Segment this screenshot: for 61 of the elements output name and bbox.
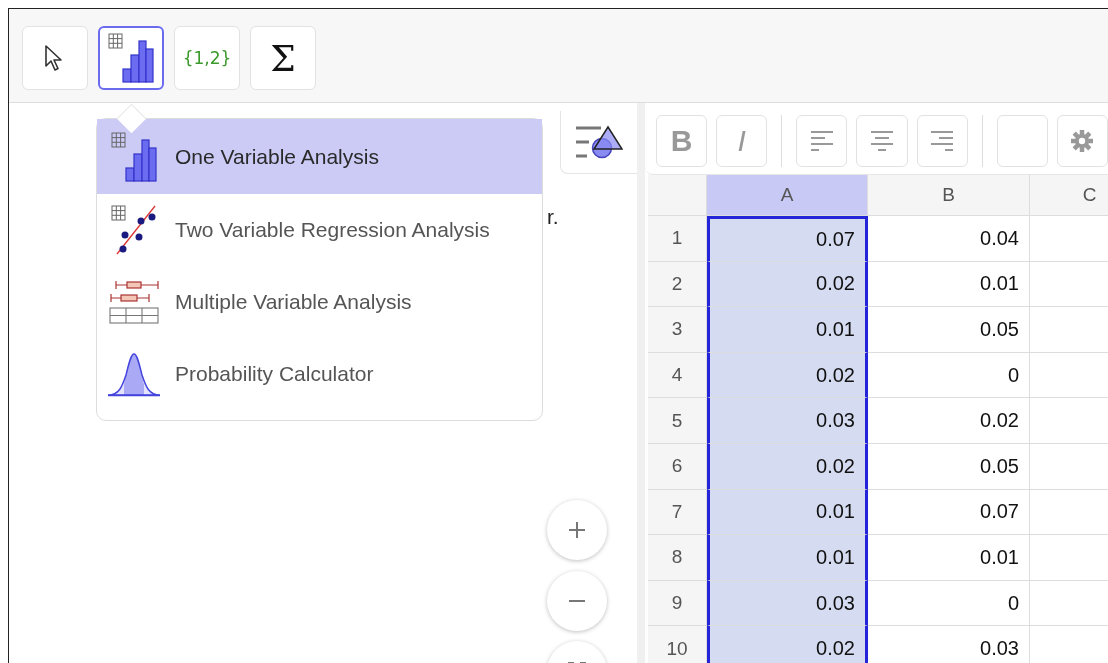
table-cell[interactable]: 0.04 xyxy=(868,216,1030,262)
table-cell[interactable]: 0.05 xyxy=(868,443,1030,490)
table-cell[interactable]: 0.05 xyxy=(868,307,1030,353)
align-right-button[interactable] xyxy=(916,114,968,167)
align-left-icon xyxy=(809,128,834,153)
table-cell[interactable]: 0.01 xyxy=(707,307,868,353)
table-cell[interactable]: 0 xyxy=(868,352,1030,399)
list-tool-button[interactable]: {1,2} xyxy=(174,26,240,90)
align-right-icon xyxy=(930,128,955,153)
table-cell[interactable]: 0.01 xyxy=(868,535,1030,581)
shapes-icon xyxy=(575,125,623,159)
row-header[interactable]: 9 xyxy=(648,580,707,627)
table-cell[interactable]: 0.03 xyxy=(707,580,868,627)
sum-tool-button[interactable]: Σ xyxy=(250,26,316,90)
row-header[interactable]: 8 xyxy=(648,535,707,581)
table-cell[interactable]: 0.01 xyxy=(868,261,1030,308)
menu-item[interactable]: Probability Calculator xyxy=(97,338,542,410)
histogram-icon xyxy=(108,33,154,83)
bell-curve-icon xyxy=(107,351,161,397)
column-header[interactable]: B xyxy=(868,175,1030,216)
histogram-icon xyxy=(111,131,157,182)
graphics-text: r. xyxy=(547,205,559,229)
align-center-icon xyxy=(869,128,894,153)
menu-item[interactable]: Multiple Variable Analysis xyxy=(97,266,542,338)
column-header[interactable]: C xyxy=(1030,175,1108,216)
table-cell[interactable]: 0.07 xyxy=(707,216,868,262)
plus-icon xyxy=(568,521,586,539)
table-cell[interactable]: 0.02 xyxy=(707,443,868,490)
row-header[interactable]: 4 xyxy=(648,352,707,399)
table-cell[interactable]: 0.01 xyxy=(707,535,868,581)
color-button[interactable] xyxy=(996,114,1048,167)
row-header[interactable]: 6 xyxy=(648,443,707,490)
table-cell[interactable]: 0.02 xyxy=(707,626,868,663)
row-header[interactable]: 1 xyxy=(648,216,707,262)
menu-item[interactable]: One Variable Analysis xyxy=(97,119,542,194)
table-cell[interactable]: 0.03 xyxy=(707,398,868,444)
row-header[interactable]: 3 xyxy=(648,307,707,353)
table-cell[interactable]: 0.07 xyxy=(868,489,1030,536)
row-header[interactable]: 7 xyxy=(648,489,707,536)
analysis-tool-button[interactable] xyxy=(98,26,164,90)
row-header[interactable]: 2 xyxy=(648,261,707,308)
table-cell[interactable]: 0.02 xyxy=(707,261,868,308)
menu-item[interactable]: Two Variable Regression Analysis xyxy=(97,194,542,266)
table-cell[interactable]: 0.03 xyxy=(868,626,1030,663)
row-header[interactable]: 5 xyxy=(648,398,707,444)
align-left-button[interactable] xyxy=(796,114,848,167)
scatter-plot-icon xyxy=(111,205,157,255)
table-cell[interactable]: 0.02 xyxy=(868,398,1030,444)
table-cell[interactable]: 0.02 xyxy=(707,352,868,399)
style-bar-toggle-button[interactable] xyxy=(560,111,637,174)
settings-icon xyxy=(1070,128,1095,153)
column-header[interactable]: A xyxy=(707,175,868,216)
corner-cell[interactable] xyxy=(648,175,707,216)
settings-button[interactable] xyxy=(1056,114,1108,167)
table-cell[interactable]: 0.01 xyxy=(707,489,868,536)
table-cell[interactable]: 0 xyxy=(868,580,1030,627)
row-header[interactable]: 10 xyxy=(648,626,707,663)
move-tool-button[interactable] xyxy=(22,26,88,90)
box-plot-icon xyxy=(109,279,159,325)
minus-icon xyxy=(568,599,586,603)
align-center-button[interactable] xyxy=(856,114,908,167)
